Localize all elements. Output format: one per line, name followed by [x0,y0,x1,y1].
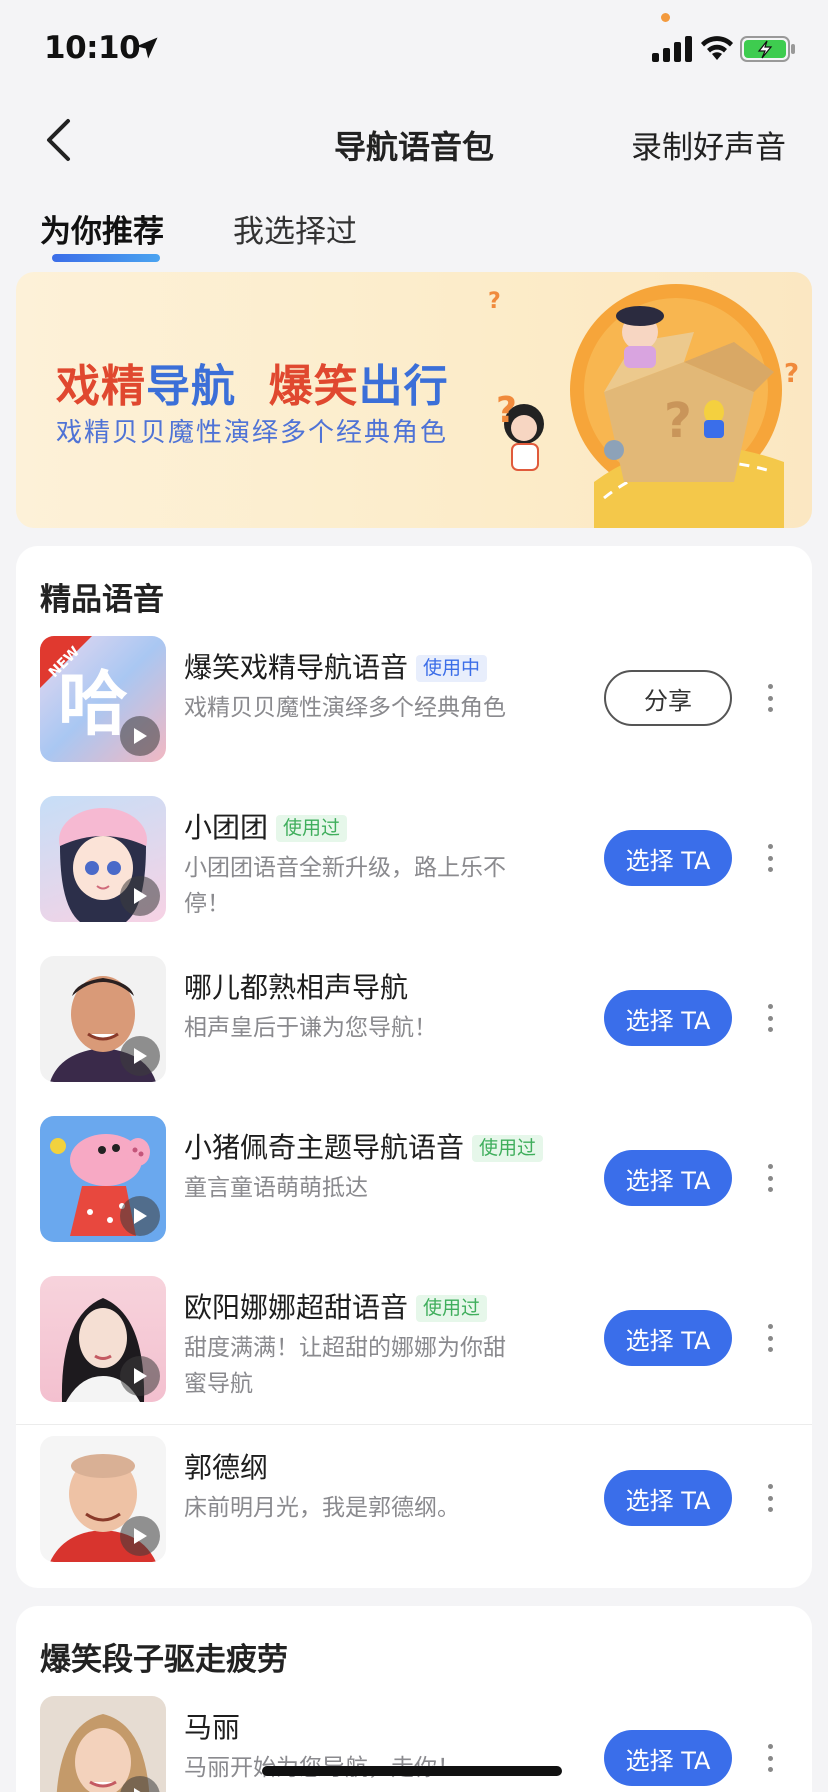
voice-name: 哪儿都熟相声导航 [184,966,408,1006]
voice-description: 床前明月光，我是郭德纲。 [184,1495,460,1521]
voice-name-text: 哪儿都熟相声导航 [184,971,409,1004]
voice-name: 小团团 使用过 [184,806,348,846]
active-tab-indicator [52,254,160,262]
voice-thumbnail[interactable] [40,796,166,922]
banner-illustration-icon: ? ? ? ? [488,284,799,528]
funny-jokes-card: 爆笑段子驱走疲劳 马丽 马丽开始为您导航，走你！ 选择 TA [16,1606,812,1792]
select-button[interactable]: 选择 TA [604,1470,732,1526]
more-vertical-icon[interactable] [760,1318,780,1358]
voice-thumbnail[interactable]: 哈 NEW [40,636,166,762]
select-button[interactable]: 选择 TA [604,1730,732,1786]
privacy-indicator-dot [661,13,670,22]
voice-name-text: 欧阳娜娜超甜语音 [184,1291,409,1324]
list-item[interactable]: 小团团 使用过 小团团语音全新升级，路上乐不停！ 选择 TA [16,772,812,932]
voice-name: 爆笑戏精导航语音 使用中 [184,646,488,686]
voice-name-text: 马丽 [184,1711,241,1744]
location-arrow-icon [136,37,158,59]
svg-text:?: ? [784,359,799,389]
wifi-icon [701,36,733,60]
voice-description: 甜度满满！让超甜的娜娜为你甜蜜导航 [184,1335,506,1397]
play-icon[interactable] [120,1196,160,1236]
more-vertical-icon[interactable] [760,678,780,718]
svg-text:?: ? [496,390,517,431]
voice-name: 欧阳娜娜超甜语音 使用过 [184,1286,488,1326]
voice-description: 小团团语音全新升级，路上乐不停！ [184,855,506,917]
status-time: 10:10 [44,30,141,66]
promo-banner[interactable]: 戏精导航 爆笑出行 戏精贝贝魔性演绎多个经典角色 ? ? ? ? [16,272,812,528]
svg-text:?: ? [664,393,692,449]
banner-title-part: 导航 [146,361,236,412]
voice-name-text: 小团团 [184,811,269,844]
voice-thumbnail[interactable] [40,1276,166,1402]
play-icon[interactable] [120,1036,160,1076]
banner-title-part: 爆笑 [268,361,359,412]
list-item[interactable]: 欧阳娜娜超甜语音 使用过 甜度满满！让超甜的娜娜为你甜蜜导航 选择 TA [16,1252,812,1412]
voice-thumbnail[interactable] [40,1116,166,1242]
more-vertical-icon[interactable] [760,838,780,878]
battery-charging-icon [740,36,795,62]
more-vertical-icon[interactable] [760,1738,780,1778]
voice-thumbnail[interactable] [40,1696,166,1792]
play-icon[interactable] [120,876,160,916]
list-item[interactable]: 哈 NEW 爆笑戏精导航语音 使用中 戏精贝贝魔性演绎多个经典角色 分享 [16,612,812,772]
record-voice-link[interactable]: 录制好声音 [631,122,786,167]
voice-name-text: 郭德纲 [184,1451,269,1484]
status-badge: 使用过 [472,1135,544,1162]
play-icon[interactable] [120,1516,160,1556]
status-bar: 10:10 [0,0,828,100]
banner-title-part: 出行 [358,361,449,412]
more-vertical-icon[interactable] [760,1158,780,1198]
status-badge: 使用过 [416,1295,488,1322]
select-button[interactable]: 选择 TA [604,1150,732,1206]
tab-bar: 为你推荐 我选择过 [0,200,828,266]
premium-voice-card: 精品语音 哈 NEW 爆笑戏精导航语音 使用中 戏精贝贝魔性演绎多个经典角色 分享 [16,546,812,1588]
voice-thumbnail[interactable] [40,956,166,1082]
voice-name-text: 爆笑戏精导航语音 [184,651,409,684]
select-button[interactable]: 选择 TA [604,1310,732,1366]
banner-title: 戏精导航 爆笑出行 [56,350,449,414]
select-button[interactable]: 选择 TA [604,830,732,886]
status-badge: 使用过 [276,815,348,842]
tab-recommended[interactable]: 为你推荐 [40,206,164,251]
list-item[interactable]: 小猪佩奇主题导航语音 使用过 童言童语萌萌抵达 选择 TA [16,1092,812,1252]
voice-description: 相声皇后于谦为您导航！ [184,1015,437,1041]
status-badge: 使用中 [416,655,488,682]
share-button[interactable]: 分享 [604,670,732,726]
nav-bar: 导航语音包 录制好声音 [0,100,828,180]
play-icon[interactable] [120,716,160,756]
more-vertical-icon[interactable] [760,1478,780,1518]
more-vertical-icon[interactable] [760,998,780,1038]
voice-description: 童言童语萌萌抵达 [184,1175,368,1201]
cellular-signal-icon [652,36,692,62]
svg-text:?: ? [488,289,501,314]
voice-name: 马丽 [184,1706,240,1746]
list-item[interactable]: 哪儿都熟相声导航 相声皇后于谦为您导航！ 选择 TA [16,932,812,1092]
banner-title-part: 戏精 [56,361,146,412]
tab-selected-before[interactable]: 我选择过 [233,206,357,251]
voice-thumbnail[interactable] [40,1436,166,1562]
voice-name: 郭德纲 [184,1446,268,1486]
voice-name-text: 小猪佩奇主题导航语音 [184,1131,465,1164]
svg-text:哈: 哈 [58,663,128,745]
home-indicator [262,1766,562,1776]
voice-name: 小猪佩奇主题导航语音 使用过 [184,1126,544,1166]
banner-subtitle: 戏精贝贝魔性演绎多个经典角色 [56,418,449,448]
select-button[interactable]: 选择 TA [604,990,732,1046]
voice-description: 戏精贝贝魔性演绎多个经典角色 [184,695,506,721]
list-item[interactable]: 郭德纲 床前明月光，我是郭德纲。 选择 TA [16,1412,812,1572]
play-icon[interactable] [120,1356,160,1396]
